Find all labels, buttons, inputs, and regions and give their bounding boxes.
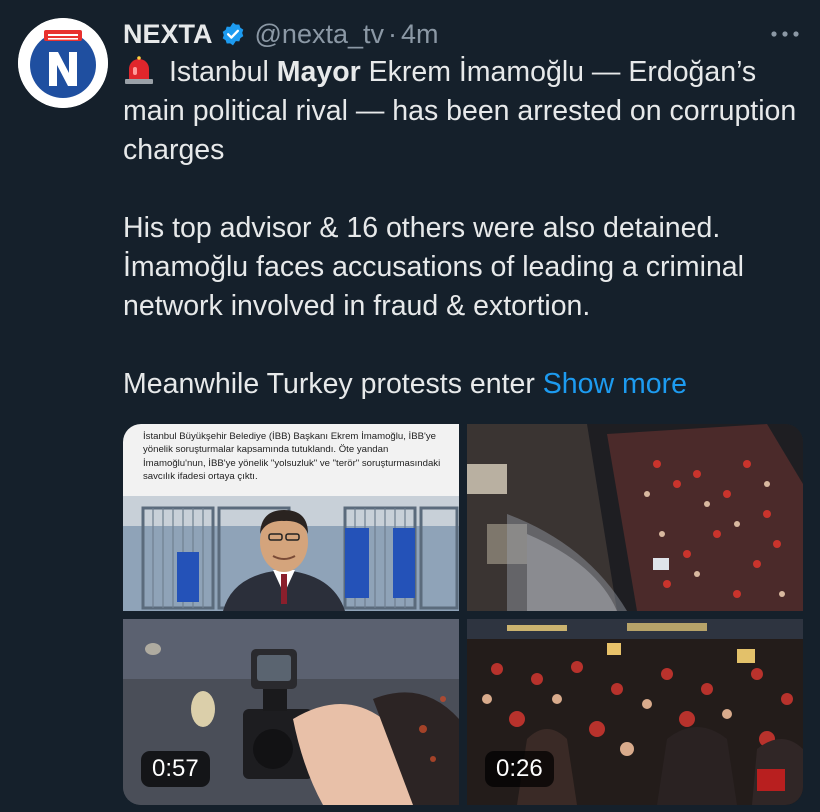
author-handle[interactable]: @nexta_tv [255,19,384,50]
tweet-paragraph-2: His top advisor & 16 others were also de… [123,212,744,322]
police-siren-icon [123,55,155,85]
media-image-news[interactable]: İstanbul Büyükşehir Belediye (İBB) Başka… [123,424,459,611]
video-duration-badge: 0:57 [141,751,210,787]
media-video-camera[interactable]: 0:57 [123,619,459,805]
post-time[interactable]: 4m [401,19,439,50]
video-duration-badge: 0:26 [485,751,554,787]
tweet-paragraph-3: Meanwhile Turkey protests enter Show mor… [123,365,803,404]
tweet-line1-prefix: Istanbul [169,56,277,88]
tweet-text: Istanbul Mayor Ekrem İmamoğlu — Erdoğan’… [123,53,803,404]
author-name[interactable]: NEXTA [123,19,213,50]
separator-dot: · [388,18,397,49]
show-more-link[interactable]: Show more [543,368,687,400]
tweet-paragraph-3-text: Meanwhile Turkey protests enter [123,368,543,400]
media-image-crowd-street[interactable] [467,424,803,611]
media-video-crowd-night[interactable]: 0:26 [467,619,803,805]
more-options-icon[interactable] [760,14,800,54]
tweet-line1-bold: Mayor [276,56,361,88]
tweet-header: NEXTA @nexta_tv · 4m [123,14,800,54]
media-grid: İstanbul Büyükşehir Belediye (İBB) Başka… [123,424,803,805]
nexta-logo-icon [18,18,108,108]
author-avatar[interactable] [18,18,108,108]
crowd-street-photo [467,424,803,611]
verified-badge-icon [220,21,246,47]
tweet-paragraph-1: Istanbul Mayor Ekrem İmamoğlu — Erdoğan’… [123,53,803,170]
news-photo [123,496,459,611]
